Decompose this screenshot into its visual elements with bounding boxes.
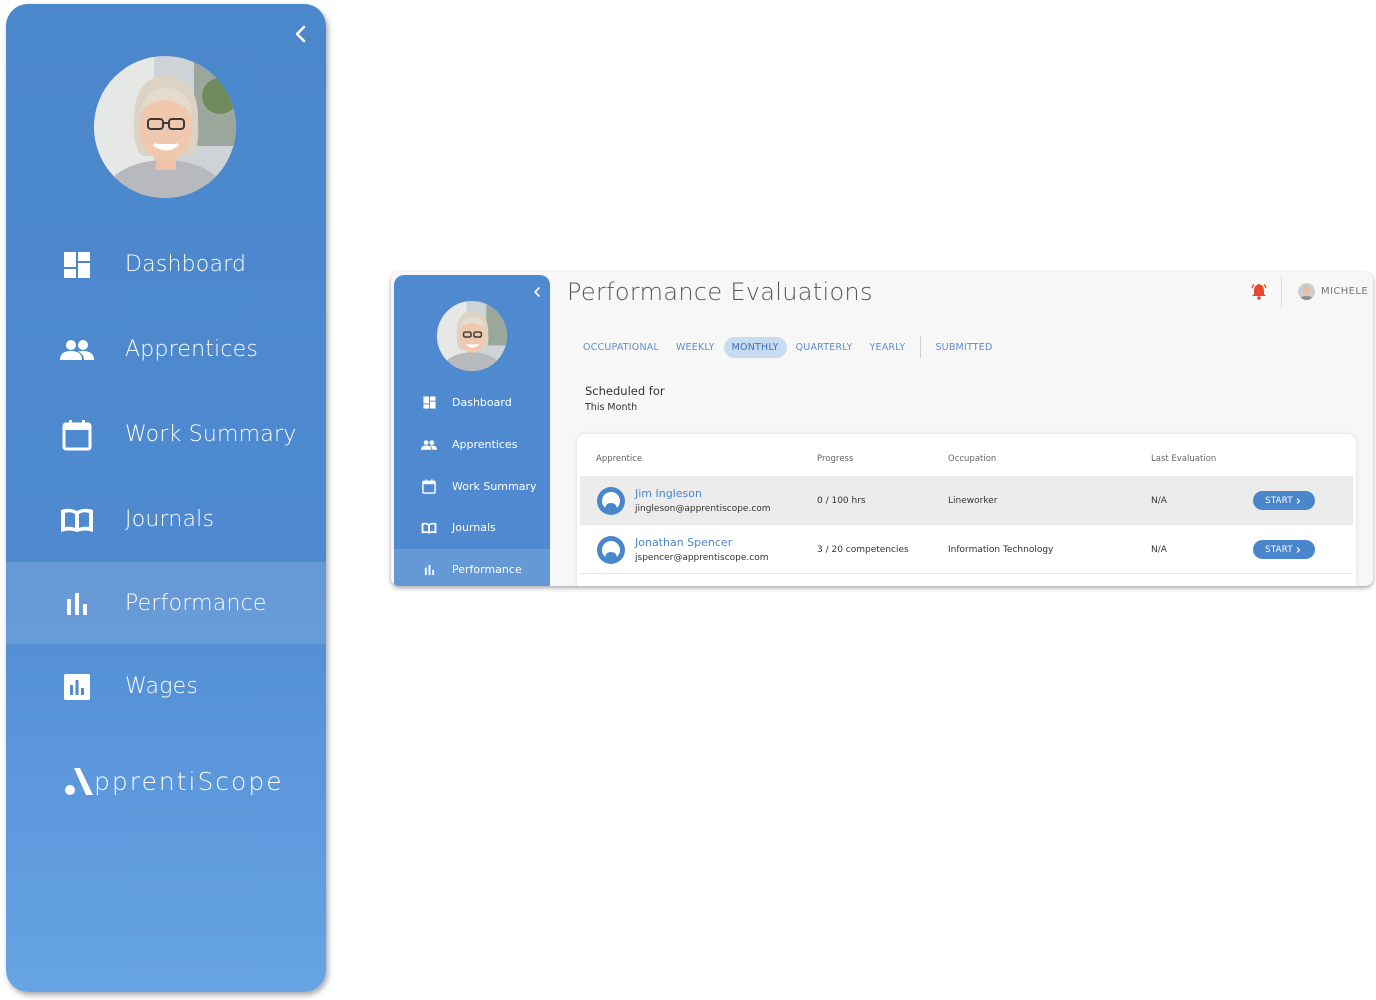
app-window: Dashboard Apprentices Work Summary Journ… bbox=[391, 272, 1373, 586]
table-header: Apprentice Progress Occupation Last Eval… bbox=[577, 434, 1356, 476]
user-avatar-small bbox=[1298, 283, 1315, 300]
sidebar-item-label: Journals bbox=[125, 507, 215, 532]
column-header-occupation[interactable]: Occupation bbox=[948, 454, 996, 464]
sidebar-item-label: Dashboard bbox=[125, 252, 247, 277]
book-icon bbox=[421, 520, 437, 536]
bar-chart-icon bbox=[421, 562, 437, 578]
sidebar-item-label: Wages bbox=[125, 674, 199, 699]
calendar-icon bbox=[60, 418, 94, 452]
scheduled-heading: Scheduled for bbox=[585, 384, 665, 398]
sidebar-item-label: Journals bbox=[452, 521, 496, 535]
column-header-apprentice[interactable]: Apprentice bbox=[596, 454, 642, 464]
sidebar-item-performance[interactable]: Performance bbox=[6, 562, 326, 644]
sidebar-item-label: Apprentices bbox=[125, 337, 259, 362]
app-sidebar: Dashboard Apprentices Work Summary Journ… bbox=[394, 275, 550, 586]
page-title: Performance Evaluations bbox=[567, 278, 873, 306]
tab-submitted[interactable]: SUBMITTED bbox=[927, 337, 1000, 358]
book-icon bbox=[60, 503, 94, 537]
sidebar-item-performance[interactable]: Performance bbox=[394, 548, 550, 586]
user-avatar[interactable] bbox=[94, 56, 236, 198]
scheduled-section: Scheduled for This Month bbox=[585, 384, 665, 413]
sidebar-item-work-summary[interactable]: Work Summary bbox=[6, 392, 326, 477]
scheduled-period: This Month bbox=[585, 402, 638, 413]
apprentice-email: jspencer@apprentiscope.com bbox=[635, 553, 769, 563]
calendar-icon bbox=[421, 478, 437, 494]
occupation-value: Information Technology bbox=[948, 545, 1054, 555]
header-divider bbox=[1281, 276, 1282, 308]
tab-quarterly[interactable]: QUARTERLY bbox=[788, 337, 861, 358]
collapse-chevron-icon[interactable] bbox=[532, 283, 542, 297]
start-evaluation-button[interactable]: START bbox=[1253, 491, 1315, 510]
app-sidebar-nav: Dashboard Apprentices Work Summary Journ… bbox=[394, 382, 550, 586]
sidebar-item-wages[interactable]: Wages bbox=[6, 644, 326, 729]
column-header-last-evaluation[interactable]: Last Evaluation bbox=[1151, 454, 1216, 464]
logo-mark-icon bbox=[65, 768, 93, 795]
user-avatar[interactable] bbox=[437, 301, 507, 371]
sidebar-item-apprentices[interactable]: Apprentices bbox=[394, 424, 550, 466]
user-name: MICHELE bbox=[1321, 286, 1369, 297]
table-row[interactable]: Jim Ingleson jingleson@apprentiscope.com… bbox=[580, 476, 1353, 525]
apprentiscope-logo: pprentiScope bbox=[64, 766, 284, 796]
start-button-label: START bbox=[1265, 544, 1293, 555]
progress-value: 0 / 100 hrs bbox=[817, 496, 866, 506]
apprentice-name-link[interactable]: Jim Ingleson bbox=[635, 487, 702, 500]
sidebar-item-work-summary[interactable]: Work Summary bbox=[394, 465, 550, 507]
logo-text: pprentiScope bbox=[94, 766, 284, 796]
large-sidebar: Dashboard Apprentices Work Summary Journ… bbox=[6, 4, 326, 992]
start-evaluation-button[interactable]: START bbox=[1253, 540, 1315, 559]
sidebar-item-label: Performance bbox=[452, 563, 522, 577]
large-sidebar-nav: Dashboard Apprentices Work Summary Journ… bbox=[6, 222, 326, 729]
table-row[interactable]: Jonathan Spencer jspencer@apprentiscope.… bbox=[580, 525, 1353, 574]
sidebar-item-dashboard[interactable]: Dashboard bbox=[6, 222, 326, 307]
tab-occupational[interactable]: OCCUPATIONAL bbox=[575, 337, 667, 358]
tab-monthly[interactable]: MONTHLY bbox=[723, 336, 787, 358]
evaluations-table: Apprentice Progress Occupation Last Eval… bbox=[577, 434, 1356, 586]
chevron-right-icon bbox=[1296, 546, 1301, 553]
sidebar-item-apprentices[interactable]: Apprentices bbox=[6, 307, 326, 392]
occupation-value: Lineworker bbox=[948, 496, 998, 506]
people-icon bbox=[60, 333, 94, 367]
sidebar-item-dashboard[interactable]: Dashboard bbox=[394, 382, 550, 424]
apprentice-name-link[interactable]: Jonathan Spencer bbox=[635, 536, 732, 549]
column-header-progress[interactable]: Progress bbox=[817, 454, 853, 464]
start-button-label: START bbox=[1265, 495, 1293, 506]
collapse-chevron-icon[interactable] bbox=[290, 22, 312, 46]
user-menu[interactable]: MICHELE bbox=[1298, 283, 1368, 300]
chart-box-icon bbox=[60, 670, 94, 704]
sidebar-item-journals[interactable]: Journals bbox=[394, 507, 550, 549]
chevron-right-icon bbox=[1296, 497, 1301, 504]
sidebar-item-label: Work Summary bbox=[125, 422, 297, 447]
dashboard-icon bbox=[421, 395, 437, 411]
tab-yearly[interactable]: YEARLY bbox=[862, 337, 914, 358]
sidebar-item-label: Dashboard bbox=[452, 396, 512, 410]
bar-chart-icon bbox=[60, 586, 94, 620]
tab-divider bbox=[920, 336, 922, 358]
sidebar-item-journals[interactable]: Journals bbox=[6, 477, 326, 562]
sidebar-item-label: Performance bbox=[125, 590, 267, 616]
evaluation-tabs: OCCUPATIONAL WEEKLY MONTHLY QUARTERLY YE… bbox=[575, 335, 1002, 359]
sidebar-item-label: Work Summary bbox=[452, 479, 537, 493]
last-evaluation-value: N/A bbox=[1151, 545, 1167, 555]
tab-weekly[interactable]: WEEKLY bbox=[668, 337, 723, 358]
apprentice-avatar-icon bbox=[596, 535, 626, 565]
last-evaluation-value: N/A bbox=[1151, 496, 1167, 506]
apprentice-avatar-icon bbox=[596, 486, 626, 516]
notification-bell-icon[interactable] bbox=[1251, 283, 1267, 300]
apprentice-email: jingleson@apprentiscope.com bbox=[635, 504, 771, 514]
sidebar-item-label: Apprentices bbox=[452, 438, 518, 452]
people-icon bbox=[421, 437, 437, 453]
progress-value: 3 / 20 competencies bbox=[817, 545, 909, 555]
dashboard-icon bbox=[60, 248, 94, 282]
